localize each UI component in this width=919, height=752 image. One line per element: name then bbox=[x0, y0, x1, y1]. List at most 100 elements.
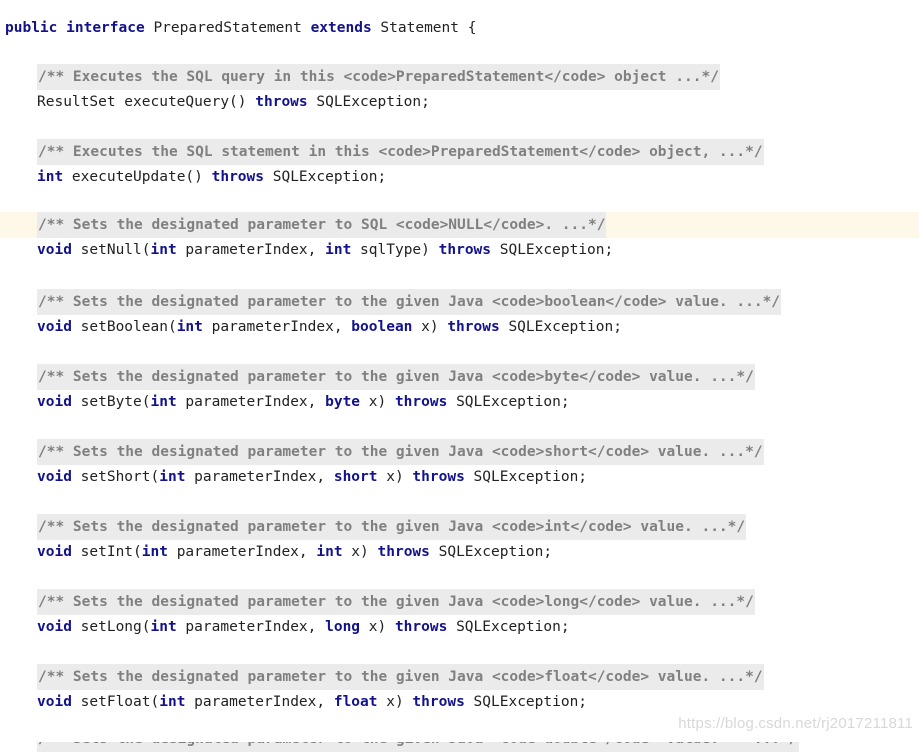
code-identifier bbox=[57, 20, 66, 36]
code-keyword: float bbox=[333, 694, 378, 710]
code-keyword: void bbox=[37, 619, 72, 635]
method-block-setFloat: /** Sets the designated parameter to the… bbox=[0, 664, 919, 715]
code-keyword: int bbox=[141, 544, 168, 560]
method-signature-row: void setBoolean(int parameterIndex, bool… bbox=[0, 315, 919, 340]
csdn-watermark: https://blog.csdn.net/rj2017211811 bbox=[678, 715, 913, 732]
method-block-executeUpdate: /** Executes the SQL statement in this <… bbox=[0, 139, 919, 190]
method-block-setLong: /** Sets the designated parameter to the… bbox=[0, 589, 919, 640]
code-identifier: SQLException; bbox=[307, 94, 430, 110]
code-identifier: SQLException; bbox=[464, 694, 588, 710]
code-identifier: parameterIndex, bbox=[176, 242, 326, 258]
code-identifier: setInt( bbox=[71, 544, 142, 560]
code-identifier: SQLException; bbox=[464, 469, 588, 485]
code-keyword: int bbox=[150, 394, 177, 410]
code-keyword: boolean bbox=[351, 319, 413, 335]
code-identifier: x) bbox=[412, 319, 448, 335]
code-keyword: throws bbox=[447, 319, 500, 335]
javadoc-comment-text: /** Sets the designated parameter to SQL… bbox=[37, 212, 607, 238]
code-identifier: x) bbox=[377, 694, 413, 710]
code-identifier: setLong( bbox=[71, 619, 151, 635]
method-signature-row: void setByte(int parameterIndex, byte x)… bbox=[0, 390, 919, 415]
code-identifier: parameterIndex, bbox=[176, 394, 326, 410]
javadoc-comment-row: /** Sets the designated parameter to the… bbox=[0, 589, 919, 615]
code-keyword: int bbox=[159, 469, 186, 485]
javadoc-comment-row: /** Sets the designated parameter to the… bbox=[0, 664, 919, 690]
javadoc-comment-text: /** Executes the SQL query in this <code… bbox=[37, 64, 720, 90]
code-identifier: SQLException; bbox=[447, 394, 570, 410]
code-identifier: x) bbox=[360, 394, 395, 410]
interface-declaration-line: public interface PreparedStatement exten… bbox=[5, 18, 476, 38]
truncated-comment-text: /** Sets the designated parameter to the… bbox=[37, 742, 799, 752]
method-block-setShort: /** Sets the designated parameter to the… bbox=[0, 439, 919, 490]
javadoc-comment-text: /** Sets the designated parameter to the… bbox=[37, 589, 755, 615]
code-identifier: executeUpdate() bbox=[63, 169, 212, 185]
code-keyword: extends bbox=[310, 20, 372, 36]
code-identifier: sqlType) bbox=[351, 242, 439, 258]
javadoc-comment-text: /** Sets the designated parameter to the… bbox=[37, 289, 782, 315]
code-keyword: int bbox=[150, 242, 177, 258]
code-identifier: parameterIndex, bbox=[185, 469, 334, 485]
code-identifier: Statement { bbox=[380, 20, 477, 36]
javadoc-comment-text: /** Sets the designated parameter to the… bbox=[37, 364, 755, 390]
method-signature-text: void setInt(int parameterIndex, int x) t… bbox=[37, 540, 552, 565]
code-keyword: void bbox=[37, 242, 72, 258]
method-signature-text: void setBoolean(int parameterIndex, bool… bbox=[37, 315, 622, 340]
javadoc-comment-row: /** Sets the designated parameter to the… bbox=[0, 439, 919, 465]
method-signature-row: void setShort(int parameterIndex, short … bbox=[0, 465, 919, 490]
code-keyword: int bbox=[176, 319, 203, 335]
code-identifier: SQLException; bbox=[491, 242, 614, 258]
javadoc-comment-text: /** Sets the designated parameter to the… bbox=[37, 664, 764, 690]
javadoc-comment-row: /** Executes the SQL query in this <code… bbox=[0, 64, 919, 90]
code-keyword: void bbox=[37, 469, 72, 485]
code-identifier: setByte( bbox=[71, 394, 151, 410]
method-signature-text: void setByte(int parameterIndex, byte x)… bbox=[37, 390, 570, 415]
method-signature-text: void setLong(int parameterIndex, long x)… bbox=[37, 615, 570, 640]
code-keyword: short bbox=[333, 469, 378, 485]
code-viewer: public interface PreparedStatement exten… bbox=[0, 0, 919, 752]
method-signature-text: ResultSet executeQuery() throws SQLExcep… bbox=[37, 90, 430, 115]
code-keyword: int bbox=[316, 544, 343, 560]
code-identifier: x) bbox=[360, 619, 395, 635]
javadoc-comment-text: /** Sets the designated parameter to the… bbox=[37, 514, 747, 540]
code-keyword: long bbox=[325, 619, 361, 635]
code-identifier: setNull( bbox=[71, 242, 151, 258]
method-signature-row: void setFloat(int parameterIndex, float … bbox=[0, 690, 919, 715]
code-identifier: SQLException; bbox=[429, 544, 553, 560]
method-signature-text: void setShort(int parameterIndex, short … bbox=[37, 465, 587, 490]
code-keyword: throws bbox=[255, 94, 308, 110]
method-signature-text: int executeUpdate() throws SQLException; bbox=[37, 165, 386, 190]
code-identifier: parameterIndex, bbox=[167, 544, 317, 560]
code-identifier: PreparedStatement bbox=[153, 20, 302, 36]
javadoc-comment-text: /** Sets the designated parameter to the… bbox=[37, 439, 764, 465]
code-keyword: void bbox=[37, 544, 72, 560]
code-keyword: throws bbox=[412, 694, 465, 710]
code-keyword: void bbox=[37, 694, 72, 710]
code-keyword: int bbox=[37, 169, 64, 185]
code-keyword: throws bbox=[438, 242, 492, 258]
code-keyword: void bbox=[37, 394, 72, 410]
code-keyword: void bbox=[37, 319, 72, 335]
code-identifier: x) bbox=[342, 544, 378, 560]
code-identifier: SQLException; bbox=[499, 319, 622, 335]
code-identifier: parameterIndex, bbox=[202, 319, 352, 335]
code-keyword: int bbox=[150, 619, 177, 635]
javadoc-comment-row: /** Sets the designated parameter to the… bbox=[0, 364, 919, 390]
method-block-executeQuery: /** Executes the SQL query in this <code… bbox=[0, 64, 919, 115]
code-keyword: int bbox=[325, 242, 352, 258]
method-block-setNull: /** Sets the designated parameter to SQL… bbox=[0, 212, 919, 263]
code-identifier: SQLException; bbox=[447, 619, 570, 635]
method-signature-row: void setInt(int parameterIndex, int x) t… bbox=[0, 540, 919, 565]
code-keyword: throws bbox=[394, 619, 448, 635]
method-signature-row: ResultSet executeQuery() throws SQLExcep… bbox=[0, 90, 919, 115]
javadoc-comment-row: /** Sets the designated parameter to SQL… bbox=[0, 212, 919, 238]
method-signature-text: void setFloat(int parameterIndex, float … bbox=[37, 690, 587, 715]
code-keyword: public bbox=[5, 20, 58, 36]
code-keyword: throws bbox=[394, 394, 448, 410]
code-identifier: setShort( bbox=[71, 469, 160, 485]
code-keyword: interface bbox=[66, 20, 145, 36]
truncated-comment-row: /** Sets the designated parameter to the… bbox=[0, 742, 919, 752]
code-identifier: parameterIndex, bbox=[185, 694, 334, 710]
code-identifier bbox=[302, 20, 311, 36]
code-keyword: throws bbox=[412, 469, 465, 485]
code-identifier: setFloat( bbox=[71, 694, 160, 710]
